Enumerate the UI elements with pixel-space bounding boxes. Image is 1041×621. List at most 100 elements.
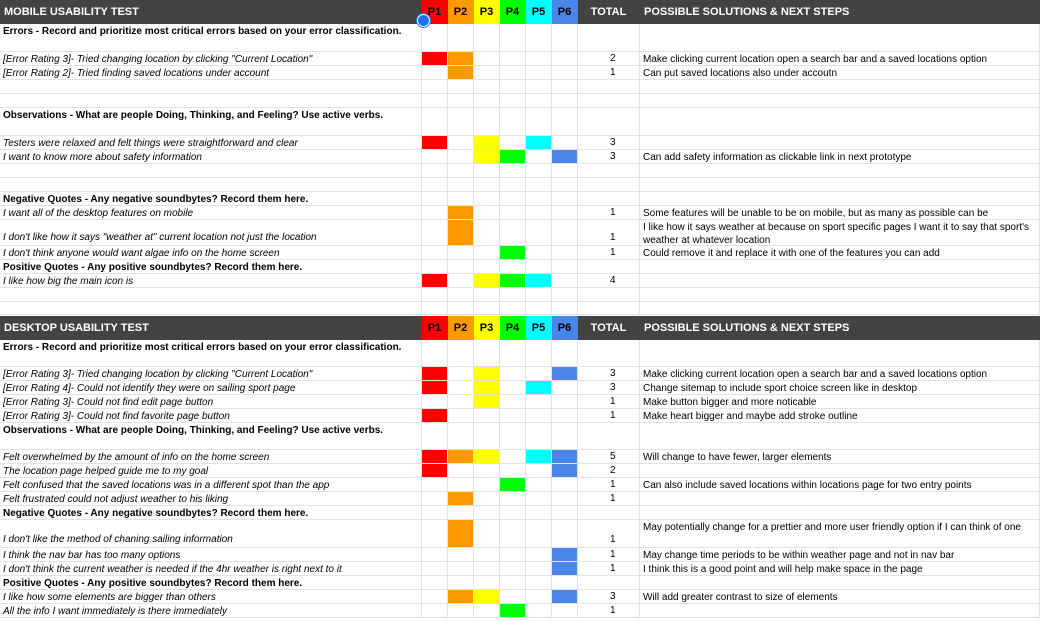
solution-cell[interactable] xyxy=(640,108,1040,136)
participant-cell[interactable] xyxy=(500,192,526,206)
total-cell[interactable] xyxy=(578,423,640,450)
participant-mark-p1[interactable] xyxy=(422,409,448,423)
participant-cell[interactable] xyxy=(500,24,526,52)
participant-cell[interactable] xyxy=(552,340,578,367)
participant-cell[interactable] xyxy=(526,288,552,302)
participant-cell[interactable] xyxy=(474,52,500,66)
participant-cell[interactable] xyxy=(474,80,500,94)
participant-cell[interactable] xyxy=(448,576,474,590)
participant-mark-p4[interactable] xyxy=(500,604,526,618)
participant-cell[interactable] xyxy=(448,136,474,150)
participant-cell[interactable] xyxy=(526,367,552,381)
total-cell[interactable]: 3 xyxy=(578,381,640,395)
solution-cell[interactable]: Make heart bigger and maybe add stroke o… xyxy=(640,409,1040,423)
solution-cell[interactable]: I like how it says weather at because on… xyxy=(640,220,1040,246)
participant-cell[interactable] xyxy=(422,548,448,562)
participant-cell[interactable] xyxy=(552,80,578,94)
solution-cell[interactable]: Make button bigger and more noticable xyxy=(640,395,1040,409)
participant-cell[interactable] xyxy=(500,450,526,464)
participant-cell[interactable] xyxy=(526,506,552,520)
participant-cell[interactable] xyxy=(448,94,474,108)
participant-cell[interactable] xyxy=(474,520,500,548)
solution-cell[interactable]: Can add safety information as clickable … xyxy=(640,150,1040,164)
participant-cell[interactable] xyxy=(474,576,500,590)
participant-cell[interactable] xyxy=(552,206,578,220)
participant-mark-p5[interactable] xyxy=(526,274,552,288)
participant-cell[interactable] xyxy=(474,604,500,618)
participant-mark-p2[interactable] xyxy=(448,206,474,220)
participant-cell[interactable] xyxy=(474,24,500,52)
participant-cell[interactable] xyxy=(500,178,526,192)
participant-cell[interactable] xyxy=(474,178,500,192)
solution-cell[interactable] xyxy=(640,136,1040,150)
category-heading[interactable]: Positive Quotes - Any positive soundbyte… xyxy=(0,576,422,590)
participant-cell[interactable] xyxy=(474,66,500,80)
participant-cell[interactable] xyxy=(552,492,578,506)
total-cell[interactable]: 3 xyxy=(578,590,640,604)
participant-cell[interactable] xyxy=(422,66,448,80)
solution-cell[interactable]: Can put saved locations also under accou… xyxy=(640,66,1040,80)
participant-cell[interactable] xyxy=(500,381,526,395)
participant-mark-p2[interactable] xyxy=(448,52,474,66)
participant-cell[interactable] xyxy=(526,478,552,492)
participant-cell[interactable] xyxy=(422,590,448,604)
participant-cell[interactable] xyxy=(500,52,526,66)
participant-cell[interactable] xyxy=(474,302,500,315)
total-cell[interactable]: 1 xyxy=(578,478,640,492)
participant-cell[interactable] xyxy=(500,409,526,423)
participant-cell[interactable] xyxy=(422,492,448,506)
participant-cell[interactable] xyxy=(552,506,578,520)
solution-cell[interactable] xyxy=(640,423,1040,450)
total-cell[interactable] xyxy=(578,178,640,192)
total-cell[interactable] xyxy=(578,24,640,52)
participant-header-p5[interactable]: P5 xyxy=(526,0,552,24)
total-cell[interactable]: 1 xyxy=(578,220,640,246)
participant-cell[interactable] xyxy=(474,288,500,302)
total-cell[interactable] xyxy=(578,108,640,136)
observation-cell[interactable]: Felt overwhelmed by the amount of info o… xyxy=(0,450,422,464)
total-cell[interactable] xyxy=(578,340,640,367)
participant-cell[interactable] xyxy=(552,66,578,80)
total-cell[interactable]: 1 xyxy=(578,548,640,562)
observation-cell[interactable] xyxy=(0,164,422,178)
solution-cell[interactable] xyxy=(640,288,1040,302)
participant-cell[interactable] xyxy=(422,192,448,206)
participant-mark-p6[interactable] xyxy=(552,562,578,576)
participant-cell[interactable] xyxy=(500,340,526,367)
participant-cell[interactable] xyxy=(474,246,500,260)
participant-cell[interactable] xyxy=(500,506,526,520)
solution-cell[interactable] xyxy=(640,164,1040,178)
participant-cell[interactable] xyxy=(500,108,526,136)
observation-cell[interactable]: [Error Rating 3]- Tried changing locatio… xyxy=(0,52,422,66)
observation-cell[interactable]: I want to know more about safety informa… xyxy=(0,150,422,164)
total-cell[interactable]: 5 xyxy=(578,450,640,464)
participant-mark-p2[interactable] xyxy=(448,520,474,548)
total-cell[interactable]: 1 xyxy=(578,395,640,409)
total-cell[interactable] xyxy=(578,302,640,315)
participant-cell[interactable] xyxy=(474,464,500,478)
participant-cell[interactable] xyxy=(474,562,500,576)
participant-cell[interactable] xyxy=(474,260,500,274)
participant-cell[interactable] xyxy=(500,288,526,302)
participant-cell[interactable] xyxy=(422,478,448,492)
total-cell[interactable] xyxy=(578,80,640,94)
total-cell[interactable]: 4 xyxy=(578,274,640,288)
participant-cell[interactable] xyxy=(448,178,474,192)
participant-cell[interactable] xyxy=(500,302,526,315)
participant-cell[interactable] xyxy=(552,24,578,52)
participant-cell[interactable] xyxy=(552,302,578,315)
solution-cell[interactable] xyxy=(640,94,1040,108)
category-heading[interactable]: Negative Quotes - Any negative soundbyte… xyxy=(0,506,422,520)
participant-cell[interactable] xyxy=(552,604,578,618)
participant-cell[interactable] xyxy=(500,548,526,562)
participant-header-p3[interactable]: P3 xyxy=(474,0,500,24)
participant-cell[interactable] xyxy=(552,108,578,136)
participant-cell[interactable] xyxy=(526,150,552,164)
participant-cell[interactable] xyxy=(474,478,500,492)
participant-cell[interactable] xyxy=(422,423,448,450)
participant-cell[interactable] xyxy=(422,576,448,590)
participant-cell[interactable] xyxy=(422,506,448,520)
participant-cell[interactable] xyxy=(448,548,474,562)
participant-cell[interactable] xyxy=(422,246,448,260)
participant-cell[interactable] xyxy=(526,220,552,246)
